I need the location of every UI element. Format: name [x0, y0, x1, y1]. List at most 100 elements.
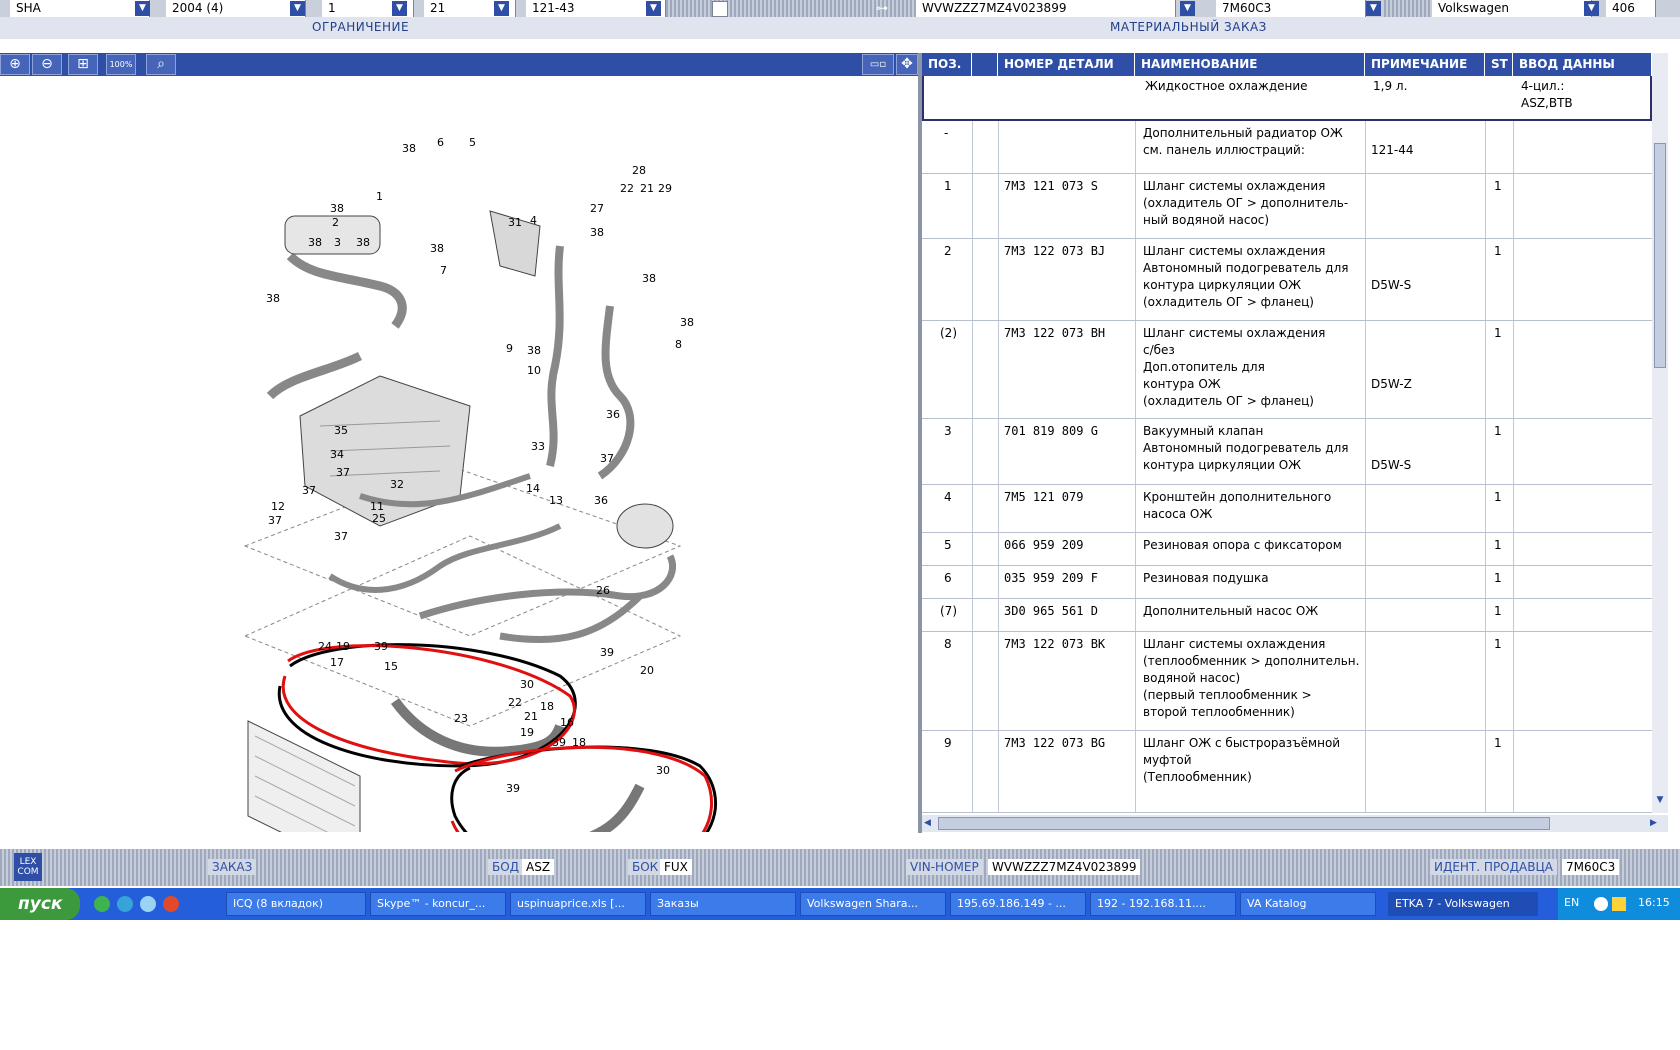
table-row[interactable]: 9 7M3 122 073 BG Шланг ОЖ с быстроразъём… — [922, 731, 1652, 813]
callout-label: 19 — [336, 640, 350, 653]
start-button[interactable]: пуск — [0, 888, 80, 920]
brand-select[interactable]: Volkswagen — [1432, 0, 1592, 17]
col-header-name[interactable]: НАИМЕНОВАНИЕ — [1135, 53, 1365, 76]
quicklaunch-icon[interactable] — [94, 896, 110, 912]
callout-label: 27 — [590, 202, 604, 215]
callout-label: 7 — [440, 264, 447, 277]
image-toolbar: ⊕ ⊖ ⊞ 100% ⌕ ▭▫ ✥ — [0, 53, 918, 76]
chevron-down-icon[interactable]: ▼ — [1584, 1, 1599, 16]
row-note: D5W-Z — [1371, 377, 1412, 391]
browser-icon[interactable] — [163, 896, 179, 912]
model-select[interactable]: SHA — [10, 0, 150, 17]
restriction-label: ОГРАНИЧЕНИЕ — [312, 20, 410, 34]
move-icon[interactable]: ✥ — [896, 54, 918, 75]
vin-select[interactable]: WVWZZZ7MZ4V023899 — [916, 0, 1176, 17]
table-row[interactable]: 6 035 959 209 F Резиновая подушка 1 — [922, 566, 1652, 599]
row-part: 035 959 209 F — [1004, 571, 1098, 585]
callout-label: 21 — [524, 710, 538, 723]
callout-label: 36 — [606, 408, 620, 421]
row-st: 1 — [1494, 736, 1502, 750]
col-header-input[interactable]: ВВОД ДАННЫ — [1513, 53, 1652, 76]
magnifier-icon[interactable]: ⌕ — [146, 54, 176, 75]
task-etka[interactable]: ETKA 7 - Volkswagen — [1388, 892, 1538, 916]
chevron-down-icon[interactable]: ▼ — [290, 1, 305, 16]
layout-icon[interactable]: ▭▫ — [862, 54, 894, 75]
vin-label: VIN-НОМЕР — [906, 859, 983, 875]
task-skype[interactable]: Skype™ - koncur_... — [370, 892, 506, 916]
tray-icon[interactable] — [1612, 897, 1626, 911]
table-row[interactable]: (7) 3D0 965 561 D Дополнительный насос О… — [922, 599, 1652, 632]
zoom-area-icon[interactable]: ⊞ — [68, 54, 98, 75]
tray-icon[interactable] — [1594, 897, 1608, 911]
chevron-down-icon[interactable]: ▼ — [646, 1, 661, 16]
row-name: Дополнительный насос ОЖ — [1143, 604, 1319, 618]
quicklaunch-icon[interactable] — [140, 896, 156, 912]
lexcom-logo: LEX COM — [14, 853, 42, 881]
zoom-out-icon[interactable]: ⊖ — [32, 54, 62, 75]
table-row[interactable]: (2) 7M3 122 073 BH Шланг системы охлажде… — [922, 321, 1652, 419]
scroll-thumb[interactable] — [938, 817, 1550, 830]
callout-label: 38 — [430, 242, 444, 255]
row-st: 1 — [1494, 244, 1502, 258]
task-remote-2[interactable]: 192 - 192.168.11.... — [1090, 892, 1236, 916]
bok-label: БОК — [628, 859, 663, 875]
task-orders[interactable]: Заказы — [650, 892, 796, 916]
callout-label: 39 — [506, 782, 520, 795]
callout-label: 8 — [675, 338, 682, 351]
scroll-left-icon[interactable]: ◀ — [924, 817, 936, 830]
quicklaunch-icon[interactable] — [117, 896, 133, 912]
row-st: 1 — [1494, 179, 1502, 193]
table-horizontal-scrollbar[interactable]: ◀ ▶ — [922, 815, 1668, 832]
table-row[interactable]: 2 7M3 122 073 BJ Шланг системы охлаждени… — [922, 239, 1652, 321]
callout-label: 13 — [549, 494, 563, 507]
task-browser[interactable]: Volkswagen Shara... — [800, 892, 946, 916]
chevron-down-icon[interactable]: ▼ — [392, 1, 407, 16]
language-indicator[interactable]: EN — [1564, 896, 1579, 909]
col-header-mark[interactable] — [972, 53, 998, 76]
callout-label: 19 — [520, 726, 534, 739]
catalog-field[interactable]: 406 — [1606, 0, 1656, 17]
col-header-note[interactable]: ПРИМЕЧАНИЕ — [1365, 53, 1485, 76]
summary-input: 4-цил.: ASZ,BTB — [1521, 79, 1573, 110]
chevron-down-icon[interactable]: ▼ — [1180, 1, 1195, 16]
panel-select[interactable]: 121-43 — [526, 0, 666, 17]
year-select[interactable]: 2004 (4) — [166, 0, 306, 17]
callout-label: 25 — [372, 512, 386, 525]
zoom-100-icon[interactable]: 100% — [106, 54, 136, 75]
scroll-thumb[interactable] — [1654, 143, 1666, 368]
dealer-value: 7M60C3 — [1562, 859, 1620, 875]
table-row[interactable]: 3 701 819 809 G Вакуумный клапан Автоном… — [922, 419, 1652, 485]
col-header-pos[interactable]: ПОЗ. — [922, 53, 972, 76]
col-header-st[interactable]: ST — [1485, 53, 1513, 76]
slider-handle[interactable] — [712, 1, 728, 17]
table-row[interactable]: 8 7M3 122 073 BK Шланг системы охлаждени… — [922, 632, 1652, 731]
bod-label: БОД — [488, 859, 524, 875]
task-remote-1[interactable]: 195.69.186.149 - ... — [950, 892, 1086, 916]
row-name: Шланг системы охлаждения (теплообменник … — [1143, 637, 1360, 719]
key-icon[interactable]: ⊶ — [876, 2, 906, 15]
table-row[interactable]: 4 7M5 121 079 Кронштейн дополнительного … — [922, 485, 1652, 533]
bok-value: FUX — [660, 859, 692, 875]
table-vertical-scrollbar[interactable]: ▼ — [1652, 53, 1668, 813]
dealer-select[interactable]: 7M60C3 — [1216, 0, 1366, 17]
row-st: 1 — [1494, 637, 1502, 651]
zoom-in-icon[interactable]: ⊕ — [0, 54, 30, 75]
table-row[interactable]: 1 7M3 121 073 S Шланг системы охлаждения… — [922, 174, 1652, 239]
task-icq[interactable]: ICQ (8 вкладок) — [226, 892, 366, 916]
table-row[interactable]: - Дополнительный радиатор ОЖ см. панель … — [922, 121, 1652, 174]
task-excel[interactable]: uspinuaprice.xls [... — [510, 892, 646, 916]
callout-label: 18 — [572, 736, 586, 749]
scroll-right-icon[interactable]: ▶ — [1650, 817, 1662, 830]
callout-label: 38 — [590, 226, 604, 239]
chevron-down-icon[interactable]: ▼ — [1366, 1, 1381, 16]
table-row[interactable]: 5 066 959 209 Резиновая опора с фиксатор… — [922, 533, 1652, 566]
chevron-down-icon[interactable]: ▼ — [494, 1, 509, 16]
table-row-summary[interactable]: Жидкостное охлаждение 1,9 л. 4-цил.: ASZ… — [922, 76, 1652, 121]
task-va-katalog[interactable]: VA Katalog — [1240, 892, 1376, 916]
callout-label: 6 — [437, 136, 444, 149]
order-label[interactable]: ЗАКАЗ — [208, 859, 257, 875]
scroll-down-icon[interactable]: ▼ — [1654, 795, 1666, 809]
chevron-down-icon[interactable]: ▼ — [135, 1, 150, 16]
row-part: 7M3 122 073 BH — [1004, 326, 1106, 340]
col-header-part-number[interactable]: НОМЕР ДЕТАЛИ — [998, 53, 1135, 76]
